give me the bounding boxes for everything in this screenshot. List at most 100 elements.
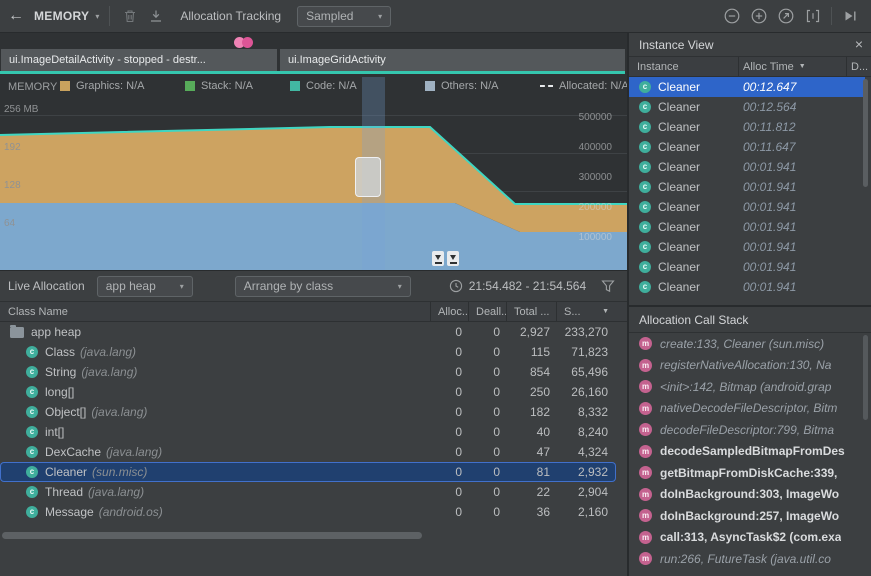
alloc-time: 00:01.941: [743, 260, 796, 274]
memory-chart-label: MEMORY: [8, 81, 57, 93]
zoom-to-selection-icon[interactable]: [804, 7, 822, 25]
instance-row[interactable]: Cleaner 00:12.564: [629, 97, 865, 117]
alloc-time: 00:01.941: [743, 280, 796, 294]
session-timeline-bar: [0, 71, 625, 74]
instance-icon: [639, 241, 651, 253]
method-icon: [639, 488, 652, 501]
selection-grip-right[interactable]: [447, 251, 459, 266]
dealloc-count: 0: [468, 385, 506, 399]
table-row[interactable]: long[] 0 0 250 26,160: [0, 382, 616, 402]
table-row[interactable]: DexCache (java.lang) 0 0 47 4,324: [0, 442, 616, 462]
alloc-time: 00:12.564: [743, 100, 796, 114]
class-name-cell: String (java.lang): [0, 365, 430, 379]
column-class-name[interactable]: Class Name: [0, 302, 430, 321]
column-total-count[interactable]: Total ...: [506, 302, 556, 321]
arrange-select[interactable]: Arrange by class: [235, 276, 411, 297]
class-table-hscroll[interactable]: [0, 522, 627, 543]
memory-chart[interactable]: 256 MB 192 128 64 500000 400000 300000 2…: [0, 100, 627, 275]
table-row[interactable]: Object[] (java.lang) 0 0 182 8,332: [0, 402, 616, 422]
method-icon: [639, 423, 652, 436]
touch-event-marker: [242, 37, 253, 48]
filter-icon[interactable]: [601, 280, 615, 298]
stack-frame-row[interactable]: doInBackground:303, ImageWo: [629, 484, 867, 506]
table-row[interactable]: int[] 0 0 40 8,240: [0, 422, 616, 442]
instance-scrollbar[interactable]: [863, 79, 868, 293]
alloc-count: 0: [430, 325, 468, 339]
total-count: 250: [506, 385, 556, 399]
go-live-icon[interactable]: [841, 7, 859, 25]
clock-icon: [449, 279, 463, 293]
class-name-cell: DexCache (java.lang): [0, 445, 430, 459]
session-activity-previous[interactable]: ui.ImageDetailActivity - stopped - destr…: [1, 49, 277, 71]
stack-frame-row[interactable]: decodeFileDescriptor:799, Bitma: [629, 419, 867, 441]
chevron-down-icon: [180, 282, 184, 291]
class-icon: [26, 486, 38, 498]
stack-frame-row[interactable]: create:133, Cleaner (sun.misc): [629, 333, 867, 355]
stack-frame-row[interactable]: decodeSampledBitmapFromDes: [629, 441, 867, 463]
class-name-cell: app heap: [0, 325, 430, 339]
stack-frame-row[interactable]: nativeDecodeFileDescriptor, Bitm: [629, 398, 867, 420]
class-name-cell: Class (java.lang): [0, 345, 430, 359]
stack-frame-row[interactable]: call:313, AsyncTask$2 (com.exa: [629, 527, 867, 549]
total-count: 22: [506, 485, 556, 499]
call-stack-scrollbar[interactable]: [863, 335, 868, 565]
column-deallocations[interactable]: Deall...: [468, 302, 506, 321]
column-alloc-time[interactable]: Alloc Time: [743, 57, 806, 77]
class-name: app heap: [31, 325, 81, 339]
hscroll-thumb[interactable]: [2, 532, 422, 539]
stack-frame-row[interactable]: <init>:142, Bitmap (android.grap: [629, 376, 867, 398]
instance-row[interactable]: Cleaner 00:01.941: [629, 157, 865, 177]
selection-grip-left[interactable]: [432, 251, 444, 266]
table-row[interactable]: Class (java.lang) 0 0 115 71,823: [0, 342, 616, 362]
close-icon[interactable]: [855, 36, 863, 52]
stack-frame-row[interactable]: run:266, FutureTask (java.util.co: [629, 548, 867, 570]
table-row[interactable]: String (java.lang) 0 0 854 65,496: [0, 362, 616, 382]
table-row[interactable]: Thread (java.lang) 0 0 22 2,904: [0, 482, 616, 502]
instance-row[interactable]: Cleaner 00:12.647: [629, 77, 865, 97]
svg-text:192: 192: [4, 142, 21, 153]
call-stack-list: create:133, Cleaner (sun.misc) registerN…: [629, 333, 867, 573]
total-count: 40: [506, 425, 556, 439]
stack-frame-row[interactable]: getBitmapFromDiskCache:339,: [629, 462, 867, 484]
heap-select[interactable]: app heap: [97, 276, 193, 297]
stack-frame-row[interactable]: doInBackground:257, ImageWo: [629, 505, 867, 527]
heap-dump-icon[interactable]: [148, 8, 164, 24]
total-count: 854: [506, 365, 556, 379]
svg-text:200000: 200000: [579, 202, 613, 213]
call-stack-scrollbar-thumb[interactable]: [863, 335, 868, 420]
instance-row[interactable]: Cleaner 00:01.941: [629, 197, 865, 217]
profiler-tab-dropdown[interactable]: MEMORY: [34, 9, 99, 23]
table-row[interactable]: Cleaner (sun.misc) 0 0 81 2,932: [0, 462, 616, 482]
session-activity-current[interactable]: ui.ImageGridActivity: [280, 49, 625, 71]
selection-handle[interactable]: [355, 157, 381, 197]
method-icon: [639, 380, 652, 393]
trash-icon[interactable]: [122, 8, 138, 24]
instance-row[interactable]: Cleaner 00:11.647: [629, 137, 865, 157]
reset-zoom-icon[interactable]: [777, 7, 795, 25]
table-row[interactable]: Message (android.os) 0 0 36 2,160: [0, 502, 616, 522]
instance-row[interactable]: Cleaner 00:01.941: [629, 237, 865, 257]
instance-row[interactable]: Cleaner 00:01.941: [629, 257, 865, 277]
total-count: 2,927: [506, 325, 556, 339]
alloc-time: 00:01.941: [743, 180, 796, 194]
column-instance[interactable]: Instance: [637, 57, 679, 77]
instance-row[interactable]: Cleaner 00:01.941: [629, 177, 865, 197]
column-dealloc[interactable]: D...: [851, 57, 868, 77]
column-allocations[interactable]: Alloc...: [430, 302, 468, 321]
zoom-in-icon[interactable]: [750, 7, 768, 25]
instance-row[interactable]: Cleaner 00:01.941: [629, 217, 865, 237]
chevron-down-icon: [95, 12, 99, 21]
allocated-swatch-icon: [540, 85, 553, 87]
stack-frame-text: create:133, Cleaner (sun.misc): [660, 337, 824, 351]
instance-scrollbar-thumb[interactable]: [863, 79, 868, 187]
zoom-out-icon[interactable]: [723, 7, 741, 25]
instance-name: Cleaner: [658, 260, 700, 274]
back-arrow-icon[interactable]: [8, 7, 30, 25]
sampling-mode-select[interactable]: Sampled: [297, 6, 391, 27]
stack-frame-row[interactable]: registerNativeAllocation:130, Na: [629, 355, 867, 377]
instance-row[interactable]: Cleaner 00:01.941: [629, 277, 865, 297]
column-shallow-size[interactable]: S...: [556, 302, 614, 321]
table-row[interactable]: app heap 0 0 2,927 233,270: [0, 322, 616, 342]
instance-row[interactable]: Cleaner 00:11.812: [629, 117, 865, 137]
live-allocation-label: Live Allocation: [8, 279, 85, 293]
